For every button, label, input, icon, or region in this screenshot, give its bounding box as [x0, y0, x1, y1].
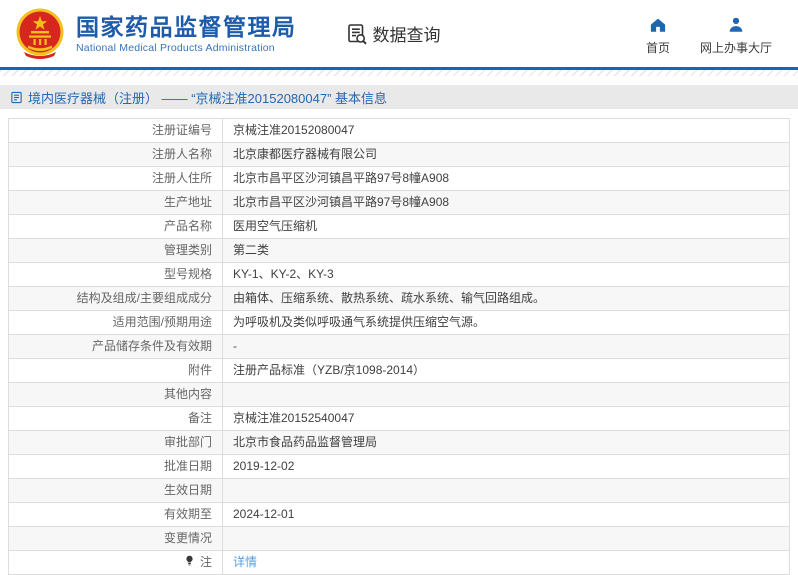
table-row: 变更情况: [8, 526, 790, 551]
row-value: -: [222, 334, 790, 359]
table-row: 批准日期 2019-12-02: [8, 454, 790, 479]
row-value: 北京市食品药品监督管理局: [222, 430, 790, 455]
row-label: 审批部门: [8, 430, 223, 455]
table-row: 注册人名称 北京康都医疗器械有限公司: [8, 142, 790, 167]
nav-item-label: 首页: [645, 40, 670, 55]
details-link[interactable]: 详情: [233, 555, 257, 569]
row-label: 备注: [8, 406, 223, 431]
data-query-button[interactable]: 数据查询: [345, 21, 441, 46]
table-row: 型号规格 KY-1、KY-2、KY-3: [8, 262, 790, 287]
table-row: 产品储存条件及有效期 -: [8, 334, 790, 359]
row-label: 注: [8, 550, 223, 575]
table-row: 其他内容: [8, 382, 790, 407]
table-row: 生效日期: [8, 478, 790, 503]
document-icon: [10, 91, 23, 104]
document-search-icon: [345, 22, 369, 46]
site-header: 国家药品监督管理局 National Medical Products Admi…: [0, 0, 798, 70]
table-row: 生产地址 北京市昌平区沙河镇昌平路97号8幢A908: [8, 190, 790, 215]
row-label: 批准日期: [8, 454, 223, 479]
row-value: 2019-12-02: [222, 454, 790, 479]
row-label: 产品名称: [8, 214, 223, 239]
row-label: 适用范围/预期用途: [8, 310, 223, 335]
row-value: [222, 526, 790, 551]
table-row: 产品名称 医用空气压缩机: [8, 214, 790, 239]
table-row: 注详情: [8, 550, 790, 575]
table-row: 适用范围/预期用途 为呼吸机及类似呼吸通气系统提供压缩空气源。: [8, 310, 790, 335]
row-value: 北京康都医疗器械有限公司: [222, 142, 790, 167]
org-name-en: National Medical Products Administration: [76, 41, 275, 54]
row-value: [222, 382, 790, 407]
row-label: 生产地址: [8, 190, 223, 215]
nav-item-label: 网上办事大厅: [699, 40, 772, 55]
row-value: 第二类: [222, 238, 790, 263]
bulb-icon: [184, 555, 195, 567]
page-title-bar: 境内医疗器械（注册） —— “京械注准20152080047” 基本信息: [0, 85, 798, 109]
row-label: 型号规格: [8, 262, 223, 287]
info-table-wrap: 注册证编号 京械注准20152080047 注册人名称 北京康都医疗器械有限公司 注册人…: [8, 118, 790, 575]
page-title: 境内医疗器械（注册） —— “京械注准20152080047” 基本信息: [28, 90, 388, 106]
person-icon: [727, 16, 745, 34]
row-label: 有效期至: [8, 502, 223, 527]
row-value: 医用空气压缩机: [222, 214, 790, 239]
row-label: 结构及组成/主要组成成分: [8, 286, 223, 311]
data-query-label: 数据查询: [372, 26, 441, 45]
table-row: 注册证编号 京械注准20152080047: [8, 118, 790, 143]
row-value: 为呼吸机及类似呼吸通气系统提供压缩空气源。: [222, 310, 790, 335]
row-label: 注册证编号: [8, 118, 223, 143]
nav-item-service-hall[interactable]: 网上办事大厅: [700, 12, 772, 56]
row-value: 北京市昌平区沙河镇昌平路97号8幢A908: [222, 190, 790, 215]
table-row: 附件 注册产品标准（YZB/京1098-2014）: [8, 358, 790, 383]
header-nav: 首页 网上办事大厅: [646, 12, 772, 56]
table-row: 注册人住所 北京市昌平区沙河镇昌平路97号8幢A908: [8, 166, 790, 191]
row-label: 注册人住所: [8, 166, 223, 191]
home-icon: [649, 16, 667, 34]
row-value: KY-1、KY-2、KY-3: [222, 262, 790, 287]
row-label: 注册人名称: [8, 142, 223, 167]
org-name-cn: 国家药品监督管理局: [76, 13, 297, 40]
row-value: 北京市昌平区沙河镇昌平路97号8幢A908: [222, 166, 790, 191]
table-row: 审批部门 北京市食品药品监督管理局: [8, 430, 790, 455]
info-table: 注册证编号 京械注准20152080047 注册人名称 北京康都医疗器械有限公司 注册人…: [8, 118, 790, 575]
hatched-divider: [0, 70, 798, 76]
row-value: 由箱体、压缩系统、散热系统、疏水系统、输气回路组成。: [222, 286, 790, 311]
row-value: [222, 478, 790, 503]
org-names: 国家药品监督管理局 National Medical Products Admi…: [76, 14, 297, 54]
info-table-body: 注册证编号 京械注准20152080047 注册人名称 北京康都医疗器械有限公司 注册人…: [8, 118, 790, 575]
row-label: 附件: [8, 358, 223, 383]
nav-item-home[interactable]: 首页: [646, 12, 670, 56]
row-label: 变更情况: [8, 526, 223, 551]
table-row: 管理类别 第二类: [8, 238, 790, 263]
table-row: 备注 京械注准20152540047: [8, 406, 790, 431]
table-row: 结构及组成/主要组成成分 由箱体、压缩系统、散热系统、疏水系统、输气回路组成。: [8, 286, 790, 311]
table-row: 有效期至 2024-12-01: [8, 502, 790, 527]
row-value: 注册产品标准（YZB/京1098-2014）: [222, 358, 790, 383]
row-value: 详情: [222, 550, 790, 575]
national-emblem-logo: [14, 7, 66, 61]
row-value: 2024-12-01: [222, 502, 790, 527]
row-label: 生效日期: [8, 478, 223, 503]
row-value: 京械注准20152540047: [222, 406, 790, 431]
row-label: 管理类别: [8, 238, 223, 263]
row-value: 京械注准20152080047: [222, 118, 790, 143]
row-label: 产品储存条件及有效期: [8, 334, 223, 359]
row-label: 其他内容: [8, 382, 223, 407]
